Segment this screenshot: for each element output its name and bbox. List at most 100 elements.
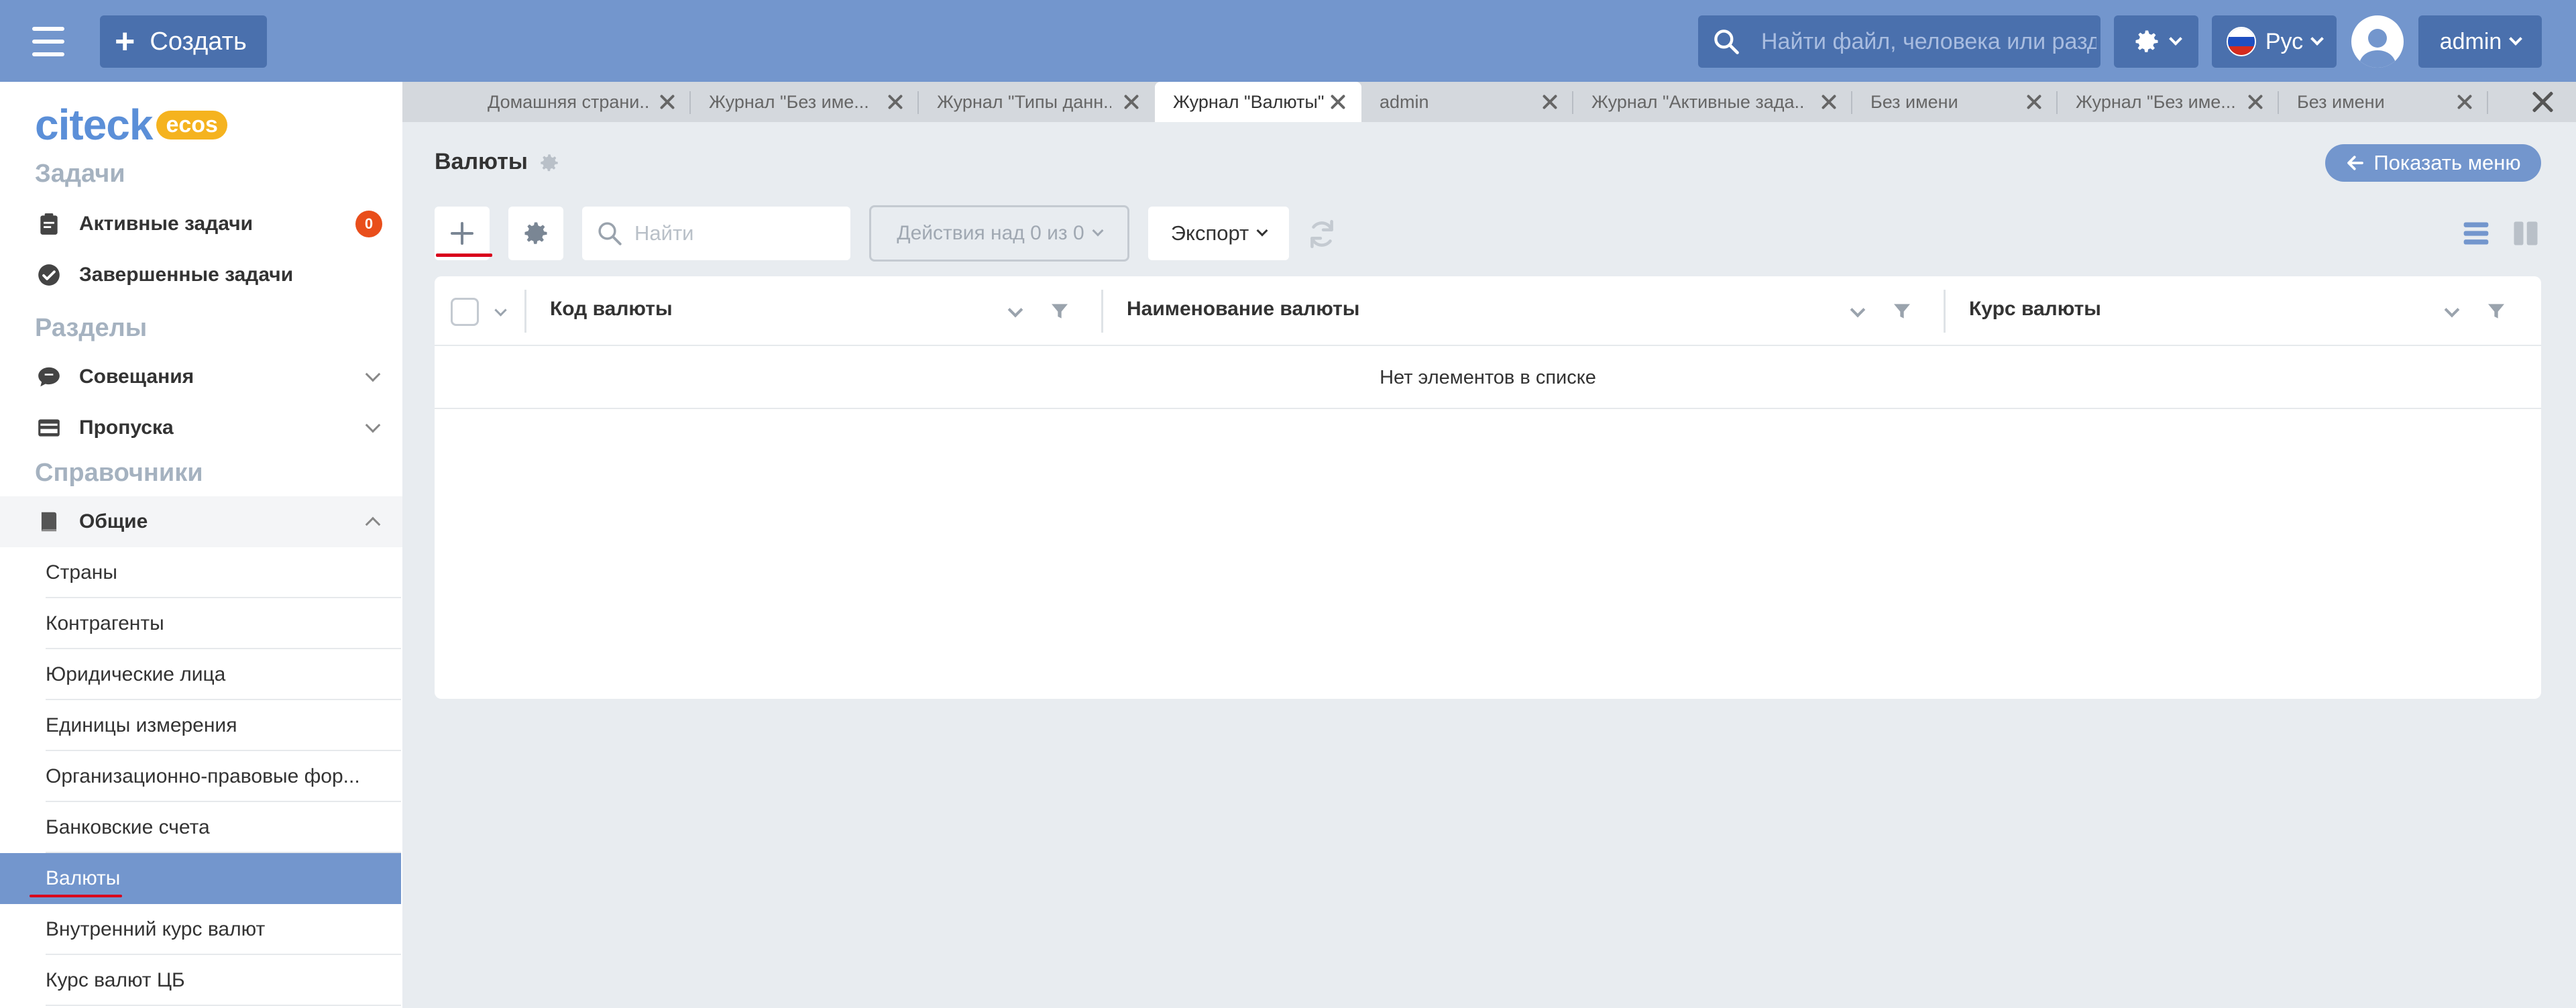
column-header-name[interactable]: Наименование валюты <box>1127 298 1359 321</box>
chat-bubble-icon <box>38 367 60 387</box>
close-icon[interactable] <box>885 92 905 112</box>
tab-separator <box>2487 91 2488 114</box>
tab-admin[interactable]: admin <box>1361 82 1573 122</box>
user-menu-button[interactable]: admin <box>2418 15 2542 68</box>
sidebar-item-active-tasks[interactable]: Активные задачи 0 <box>0 199 402 249</box>
chevron-down-icon[interactable] <box>2444 302 2460 318</box>
add-record-button[interactable] <box>435 207 490 260</box>
logo-text: citeck <box>35 101 153 149</box>
sidebar-subitem-internal-rate[interactable]: Внутренний курс валют <box>0 904 401 955</box>
actions-label: Действия над 0 из 0 <box>897 222 1084 244</box>
plus-icon <box>451 222 473 245</box>
tab-label: Журнал "Без име... <box>709 91 869 112</box>
tab-journal-unnamed[interactable]: Журнал "Без име... <box>691 82 919 122</box>
add-button-underline <box>436 254 492 257</box>
sidebar-subitem-legal-entities[interactable]: Юридические лица <box>0 649 401 700</box>
show-menu-button[interactable]: Показать меню <box>2325 144 2541 182</box>
sidebar-subitem-units[interactable]: Единицы измерения <box>0 700 401 751</box>
column-header-code[interactable]: Код валюты <box>550 298 673 321</box>
sidebar-subitem-legal-forms[interactable]: Организационно-правовые фор... <box>0 751 401 802</box>
top-header: + Создать Рус admin <box>0 0 2576 82</box>
sidebar-item-label: Пропуска <box>79 416 174 439</box>
column-header-rate[interactable]: Курс валюты <box>1969 298 2101 321</box>
close-icon[interactable] <box>1328 92 1348 112</box>
close-icon[interactable] <box>2245 92 2265 112</box>
filter-icon[interactable] <box>1049 300 1070 322</box>
filter-icon[interactable] <box>2485 300 2507 322</box>
close-icon[interactable] <box>1121 92 1141 112</box>
section-title-references: Справочники <box>35 459 203 487</box>
sidebar-subitem-countries[interactable]: Страны <box>0 547 401 598</box>
tab-journal-data-types[interactable]: Журнал "Типы данн... <box>919 82 1155 122</box>
journal-search-input[interactable] <box>634 221 849 245</box>
tab-label: Журнал "Без име... <box>2076 91 2236 112</box>
close-icon[interactable] <box>657 92 677 112</box>
close-icon[interactable] <box>2455 92 2475 112</box>
chevron-down-icon <box>2310 32 2325 46</box>
close-icon[interactable] <box>1540 92 1560 112</box>
tab-home[interactable]: Домашняя страни... <box>402 82 691 122</box>
sidebar-item-completed-tasks[interactable]: Завершенные задачи <box>0 249 402 300</box>
sidebar-subitem-label: Контрагенты <box>46 612 164 634</box>
sidebar-item-passes[interactable]: Пропуска <box>0 402 402 453</box>
column-separator <box>524 290 526 333</box>
plus-icon: + <box>115 22 135 61</box>
sidebar-subitem-label: Валюты <box>46 867 121 889</box>
close-icon[interactable] <box>2024 92 2044 112</box>
chevron-down-icon <box>2169 32 2182 46</box>
language-selector[interactable]: Рус <box>2212 15 2337 68</box>
journal-search[interactable] <box>582 207 850 260</box>
create-button[interactable]: + Создать <box>100 15 267 68</box>
tab-label: Без имени <box>1870 91 1958 112</box>
user-name: admin <box>2439 28 2502 54</box>
select-all-checkbox[interactable] <box>451 298 479 326</box>
sidebar-subitem-cb-rate[interactable]: Курс валют ЦБ <box>0 955 401 1006</box>
tab-journal-unnamed-2[interactable]: Журнал "Без име... <box>2058 82 2279 122</box>
chevron-down-icon <box>365 366 381 382</box>
empty-list-message: Нет элементов в списке <box>435 347 2541 409</box>
sidebar-item-label: Завершенные задачи <box>79 264 294 286</box>
sidebar-item-label: Активные задачи <box>79 213 254 235</box>
tab-journal-active-tasks[interactable]: Журнал "Активные зада... <box>1573 82 1852 122</box>
close-all-tabs-icon[interactable] <box>2529 89 2556 115</box>
close-icon[interactable] <box>1819 92 1839 112</box>
card-icon <box>38 419 60 437</box>
filter-icon[interactable] <box>1891 300 1913 322</box>
chevron-down-icon[interactable] <box>1850 302 1866 318</box>
tab-label: Журнал "Валюты" <box>1173 91 1325 112</box>
list-view-icon[interactable] <box>2461 219 2491 248</box>
sidebar-subitem-counterparties[interactable]: Контрагенты <box>0 598 401 649</box>
sidebar-item-meetings[interactable]: Совещания <box>0 351 402 402</box>
global-search-input[interactable] <box>1761 28 2096 55</box>
actions-dropdown[interactable]: Действия над 0 из 0 <box>869 205 1129 262</box>
sidebar-subitem-label: Банковские счета <box>46 816 210 838</box>
status-badge: 0 <box>355 211 382 237</box>
tab-journal-currencies[interactable]: Журнал "Валюты" <box>1155 82 1361 122</box>
journal-settings-button[interactable] <box>508 207 563 260</box>
active-item-underline <box>30 895 122 897</box>
sidebar-subitem-bank-accounts[interactable]: Банковские счета <box>0 802 401 853</box>
journal-grid: Код валюты Наименование валюты Курс валю… <box>435 276 2541 699</box>
search-icon <box>1714 30 1739 54</box>
tab-bar: Домашняя страни... Журнал "Без име... Жу… <box>402 82 2576 122</box>
tab-unnamed-2[interactable]: Без имени <box>2279 82 2488 122</box>
export-dropdown[interactable]: Экспорт <box>1148 207 1289 260</box>
global-search[interactable] <box>1698 15 2101 68</box>
sidebar: citeck ecos Задачи Активные задачи 0 Зав… <box>0 82 402 1008</box>
gear-icon[interactable] <box>538 152 561 174</box>
sidebar-item-general[interactable]: Общие <box>0 496 402 547</box>
refresh-icon[interactable] <box>1305 217 1339 251</box>
section-title-sections: Разделы <box>35 314 148 342</box>
preview-view-icon[interactable] <box>2512 219 2540 248</box>
sidebar-subitem-label: Внутренний курс валют <box>46 918 266 940</box>
chevron-down-icon[interactable] <box>1007 302 1023 318</box>
avatar[interactable] <box>2351 15 2404 68</box>
settings-menu-button[interactable] <box>2114 15 2198 68</box>
export-label: Экспорт <box>1170 221 1249 245</box>
hamburger-menu-icon[interactable] <box>32 27 64 56</box>
chevron-down-icon[interactable] <box>494 304 507 317</box>
logo[interactable]: citeck ecos <box>35 101 227 149</box>
tab-unnamed-1[interactable]: Без имени <box>1852 82 2058 122</box>
grid-header: Код валюты Наименование валюты Курс валю… <box>435 276 2541 346</box>
chevron-down-icon <box>2509 32 2523 46</box>
